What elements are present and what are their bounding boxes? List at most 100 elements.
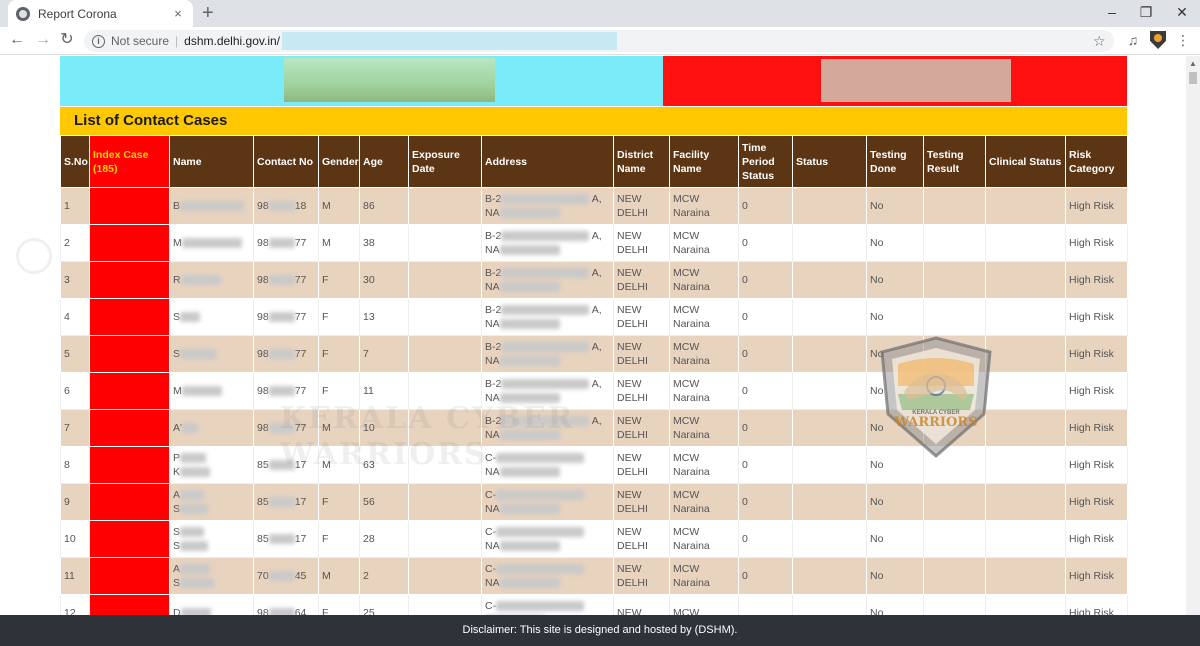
cell-contact: 98 77 — [253, 335, 319, 373]
addr-line1-prefix: B-2 — [485, 267, 502, 279]
addr-line1-prefix: B-2 — [485, 230, 502, 242]
cell-time-period: 0 — [738, 483, 793, 521]
cell-time-period: 0 — [738, 187, 793, 225]
address-bar[interactable]: i Not secure | dshm.delhi.gov.in/ — [84, 30, 1114, 52]
cell-clinical — [985, 372, 1066, 410]
cell-name-2: S — [173, 540, 181, 552]
cell-testing-done: No — [866, 557, 924, 595]
new-tab-button[interactable]: + — [202, 3, 214, 23]
cell-district: NEW DELHI — [613, 520, 670, 558]
cell-name-wrap: B — [169, 187, 254, 225]
scroll-up-arrow[interactable]: ▲ — [1189, 59, 1197, 68]
cell-sno: 6 — [60, 372, 90, 410]
cell-index-case-redacted — [89, 372, 170, 410]
watermark-line2: WARRIORS — [280, 437, 488, 472]
cell-sno: 3 — [60, 261, 90, 299]
redacted — [501, 379, 590, 390]
tab-title: Report Corona — [38, 6, 117, 21]
watermark-text: KERALA CYBER WARRIORS — [280, 401, 574, 473]
table-row: 1 B 98 18 M 86 B-2 A, NA NEW DELHI MCW Nar… — [60, 187, 1128, 225]
cell-sno: 10 — [60, 520, 90, 558]
cell-clinical — [985, 224, 1066, 262]
addr-line1-prefix: C- — [485, 563, 497, 575]
url-redacted — [282, 32, 617, 50]
cell-sno: 9 — [60, 483, 90, 521]
scroll-thumb[interactable] — [1189, 72, 1197, 84]
cell-risk: High Risk — [1065, 261, 1128, 299]
reload-button[interactable]: ↻ — [57, 31, 77, 49]
cell-name-wrap: R — [169, 261, 254, 299]
contact-suffix: 77 — [294, 348, 307, 360]
cell-exposure — [408, 298, 482, 336]
addr-line2-prefix: NA — [485, 355, 500, 367]
cell-age: 25 — [359, 594, 409, 615]
cell-district: NEW DELHI — [613, 409, 670, 447]
cell-index-case-redacted — [89, 520, 170, 558]
redacted — [499, 245, 560, 256]
cell-age: 28 — [359, 520, 409, 558]
cell-index-case-redacted — [89, 409, 170, 447]
cell-district: NEW DELHI — [613, 483, 670, 521]
back-button[interactable]: ← — [7, 31, 27, 49]
cell-status — [792, 335, 867, 373]
extension-shield-icon[interactable] — [1150, 31, 1166, 49]
addr-line1-prefix: B-2 — [485, 193, 502, 205]
tab-close-button[interactable]: × — [171, 6, 185, 21]
cell-risk: High Risk — [1065, 224, 1128, 262]
addr-line1-suffix: A, — [591, 341, 602, 353]
banner-image-redacted — [284, 58, 495, 102]
cell-exposure — [408, 224, 482, 262]
cell-risk: High Risk — [1065, 557, 1128, 595]
bookmark-star-icon[interactable]: ☆ — [1093, 33, 1106, 50]
contact-prefix: 98 — [257, 237, 269, 249]
cell-time-period: 0 — [738, 557, 793, 595]
cell-facility: MCW Naraina — [669, 261, 739, 299]
col-contact: Contact No — [253, 135, 319, 188]
cell-testing-done: No — [866, 261, 924, 299]
cell-status — [792, 520, 867, 558]
minimize-button[interactable]: – — [1102, 4, 1122, 20]
cell-facility: MCW Naraina — [669, 335, 739, 373]
cell-risk: High Risk — [1065, 298, 1128, 336]
redacted — [501, 194, 590, 205]
contact-prefix: 85 — [257, 533, 269, 545]
info-icon[interactable]: i — [92, 34, 105, 48]
redacted — [268, 497, 295, 508]
forward-button[interactable]: → — [33, 31, 53, 49]
redacted — [180, 201, 245, 212]
cell-sno: 11 — [60, 557, 90, 595]
col-age: Age — [359, 135, 409, 188]
addr-line1-suffix: A, — [591, 304, 602, 316]
redacted — [268, 571, 295, 582]
redacted — [180, 578, 215, 589]
menu-icon[interactable]: ⋮ — [1174, 32, 1192, 49]
col-district: District Name — [613, 135, 670, 188]
media-control-icon[interactable]: ♫ — [1124, 32, 1142, 48]
browser-tab[interactable]: Report Corona × — [8, 0, 193, 27]
cell-age: 7 — [359, 335, 409, 373]
cell-sno: 2 — [60, 224, 90, 262]
maximize-button[interactable]: ❐ — [1136, 4, 1156, 21]
cell-time-period: 0 — [738, 224, 793, 262]
cell-age: 13 — [359, 298, 409, 336]
addr-line2-prefix: NA — [485, 318, 500, 330]
cell-risk: High Risk — [1065, 187, 1128, 225]
cell-facility: MCW Naraina — [669, 446, 739, 484]
addr-line2-prefix: NA — [485, 281, 500, 293]
table-row: 3 R 98 77 F 30 B-2 A, NA NEW DELHI MCW Nar… — [60, 261, 1128, 299]
cell-testing-result — [923, 298, 986, 336]
cell-clinical — [985, 261, 1066, 299]
cell-sno: 8 — [60, 446, 90, 484]
redacted — [499, 208, 560, 219]
cell-district: NEW DELHI — [613, 446, 670, 484]
cell-time-period: 0 — [738, 446, 793, 484]
col-clinical: Clinical Status — [985, 135, 1066, 188]
cell-name-wrap: A' — [169, 409, 254, 447]
close-window-button[interactable]: ✕ — [1172, 4, 1192, 21]
cell-testing-done: No — [866, 594, 924, 615]
cell-time-period: 0 — [738, 261, 793, 299]
cell-name-wrap: S — [169, 335, 254, 373]
addr-line2-prefix: NA — [485, 577, 500, 589]
cell-index-case-redacted — [89, 335, 170, 373]
page-scrollbar[interactable]: ▲ — [1186, 56, 1200, 615]
